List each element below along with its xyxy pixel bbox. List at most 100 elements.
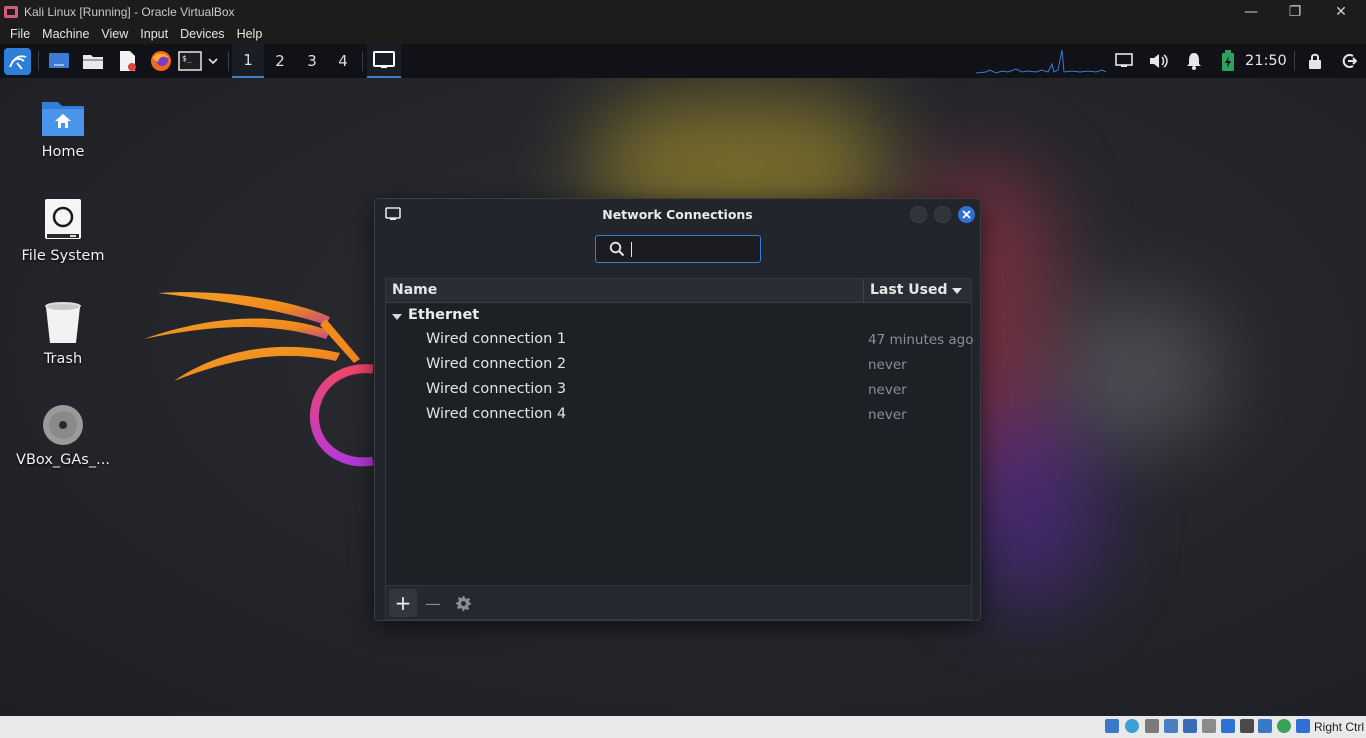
maximize-button[interactable] xyxy=(934,206,951,223)
trash-icon xyxy=(45,302,81,343)
desktop-icon-home[interactable]: Home xyxy=(8,98,118,160)
panel-separator xyxy=(362,51,363,71)
network-monitor-icon xyxy=(385,207,401,220)
vbox-titlebar: Kali Linux [Running] - Oracle VirtualBox… xyxy=(0,0,1366,23)
menu-machine[interactable]: Machine xyxy=(37,27,94,41)
chevron-down-icon[interactable] xyxy=(203,49,223,73)
dialog-titlebar[interactable]: Network Connections xyxy=(375,199,980,229)
mouse-integration-icon[interactable] xyxy=(1277,719,1291,733)
group-row-ethernet[interactable]: Ethernet xyxy=(386,306,971,328)
virtualbox-icon xyxy=(4,5,18,18)
minimize-button[interactable] xyxy=(910,206,927,223)
connection-last-used: never xyxy=(868,407,907,423)
logout-icon[interactable] xyxy=(1337,49,1361,73)
vbox-status-bar: Right Ctrl xyxy=(0,716,1366,738)
network-connections-window: Network Connections Name Last Used Ether… xyxy=(374,198,981,621)
expand-arrow-icon[interactable] xyxy=(392,314,402,320)
column-header-name[interactable]: Name xyxy=(392,282,437,298)
close-button[interactable]: ✕ xyxy=(1318,0,1364,23)
workspace-4[interactable]: 4 xyxy=(327,44,359,78)
window-title: Kali Linux [Running] - Oracle VirtualBox xyxy=(24,4,235,19)
terminal-icon[interactable]: $_ xyxy=(178,49,202,73)
connection-row[interactable]: Wired connection 1 47 minutes ago xyxy=(386,328,974,353)
menu-file[interactable]: File xyxy=(5,27,35,41)
wallpaper-blob-purple xyxy=(960,404,1100,604)
hard-disk-icon[interactable] xyxy=(1105,719,1119,733)
edit-connection-button[interactable] xyxy=(449,589,477,617)
desktop-icon-vbox-gas[interactable]: VBox_GAs_... xyxy=(8,404,118,468)
display-icon[interactable] xyxy=(1221,719,1235,733)
minimize-button[interactable]: — xyxy=(1228,0,1274,23)
battery-icon[interactable] xyxy=(1216,49,1240,73)
svg-text:$_: $_ xyxy=(182,54,192,63)
add-connection-button[interactable]: + xyxy=(389,589,417,617)
home-folder-icon xyxy=(42,102,84,136)
desktop-icon-label: VBox_GAs_... xyxy=(16,452,110,468)
gear-icon xyxy=(455,595,471,611)
connection-name: Wired connection 2 xyxy=(426,356,567,372)
menu-input[interactable]: Input xyxy=(135,27,173,41)
kali-menu-icon[interactable] xyxy=(4,48,31,75)
wallpaper-blob-grey xyxy=(1060,304,1220,444)
menu-devices[interactable]: Devices xyxy=(175,27,229,41)
close-button[interactable] xyxy=(958,206,975,223)
panel-separator xyxy=(228,51,229,71)
text-editor-icon[interactable] xyxy=(115,49,139,73)
lock-icon[interactable] xyxy=(1303,49,1327,73)
connection-name: Wired connection 1 xyxy=(426,331,567,347)
keyboard-capture-icon[interactable] xyxy=(1296,719,1310,733)
host-key-label: Right Ctrl xyxy=(1314,720,1365,734)
usb-icon[interactable] xyxy=(1183,719,1197,733)
firefox-icon[interactable] xyxy=(149,49,173,73)
remove-connection-button[interactable]: — xyxy=(419,589,447,617)
search-input[interactable] xyxy=(631,241,751,257)
dialog-title: Network Connections xyxy=(602,206,753,222)
connection-row[interactable]: Wired connection 4 never xyxy=(386,403,971,428)
file-manager-icon[interactable] xyxy=(81,49,105,73)
network-icon[interactable] xyxy=(1112,49,1136,73)
connection-row[interactable]: Wired connection 2 never xyxy=(386,353,971,378)
show-desktop-icon[interactable] xyxy=(47,49,71,73)
connection-row[interactable]: Wired connection 3 never xyxy=(386,378,971,403)
restore-button[interactable]: ❐ xyxy=(1272,0,1318,23)
list-toolbar: + — xyxy=(386,585,971,619)
connection-name: Wired connection 3 xyxy=(426,381,567,397)
connections-list: Name Last Used Ethernet Wired connection… xyxy=(385,278,974,620)
cpu-graph xyxy=(976,49,1106,74)
workspace-2[interactable]: 2 xyxy=(264,44,296,78)
workspace-3[interactable]: 3 xyxy=(296,44,328,78)
desktop-icon-label: Home xyxy=(41,144,85,160)
optical-drive-icon[interactable] xyxy=(1125,719,1139,733)
guest-desktop: $_ 1 2 3 4 21:50 Home File System Trash … xyxy=(0,44,1366,716)
shared-folders-icon[interactable] xyxy=(1202,719,1216,733)
desktop-icon-label: Trash xyxy=(43,351,83,367)
virtualization-icon[interactable] xyxy=(1258,719,1272,733)
search-field[interactable] xyxy=(595,235,761,263)
audio-icon[interactable] xyxy=(1145,719,1159,733)
connection-last-used: never xyxy=(868,357,907,373)
desktop-icon-file-system[interactable]: File System xyxy=(8,198,118,264)
close-icon xyxy=(962,210,971,219)
taskbar-window-network-connections[interactable] xyxy=(367,44,401,78)
column-divider[interactable] xyxy=(863,279,864,303)
desktop-icon-trash[interactable]: Trash xyxy=(8,301,118,367)
sort-descending-icon[interactable] xyxy=(952,288,962,294)
cdrom-icon xyxy=(43,405,83,445)
panel-clock[interactable]: 21:50 xyxy=(1245,53,1287,69)
search-icon xyxy=(609,241,625,257)
list-header: Name Last Used xyxy=(386,279,971,303)
desktop-icon-label: File System xyxy=(21,248,105,264)
text-cursor xyxy=(631,242,632,257)
column-header-last-used[interactable]: Last Used xyxy=(870,282,948,298)
volume-icon[interactable] xyxy=(1147,49,1171,73)
recording-icon[interactable] xyxy=(1240,719,1254,733)
monitor-icon xyxy=(373,51,395,68)
network-adapter-icon[interactable] xyxy=(1164,719,1178,733)
kali-dragon-logo xyxy=(144,292,374,467)
connection-last-used: 47 minutes ago xyxy=(868,332,974,348)
notifications-bell-icon[interactable] xyxy=(1182,49,1206,73)
top-panel: $_ 1 2 3 4 21:50 xyxy=(0,44,1366,78)
menu-help[interactable]: Help xyxy=(232,27,268,41)
menu-view[interactable]: View xyxy=(96,27,133,41)
workspace-1[interactable]: 1 xyxy=(232,44,264,78)
